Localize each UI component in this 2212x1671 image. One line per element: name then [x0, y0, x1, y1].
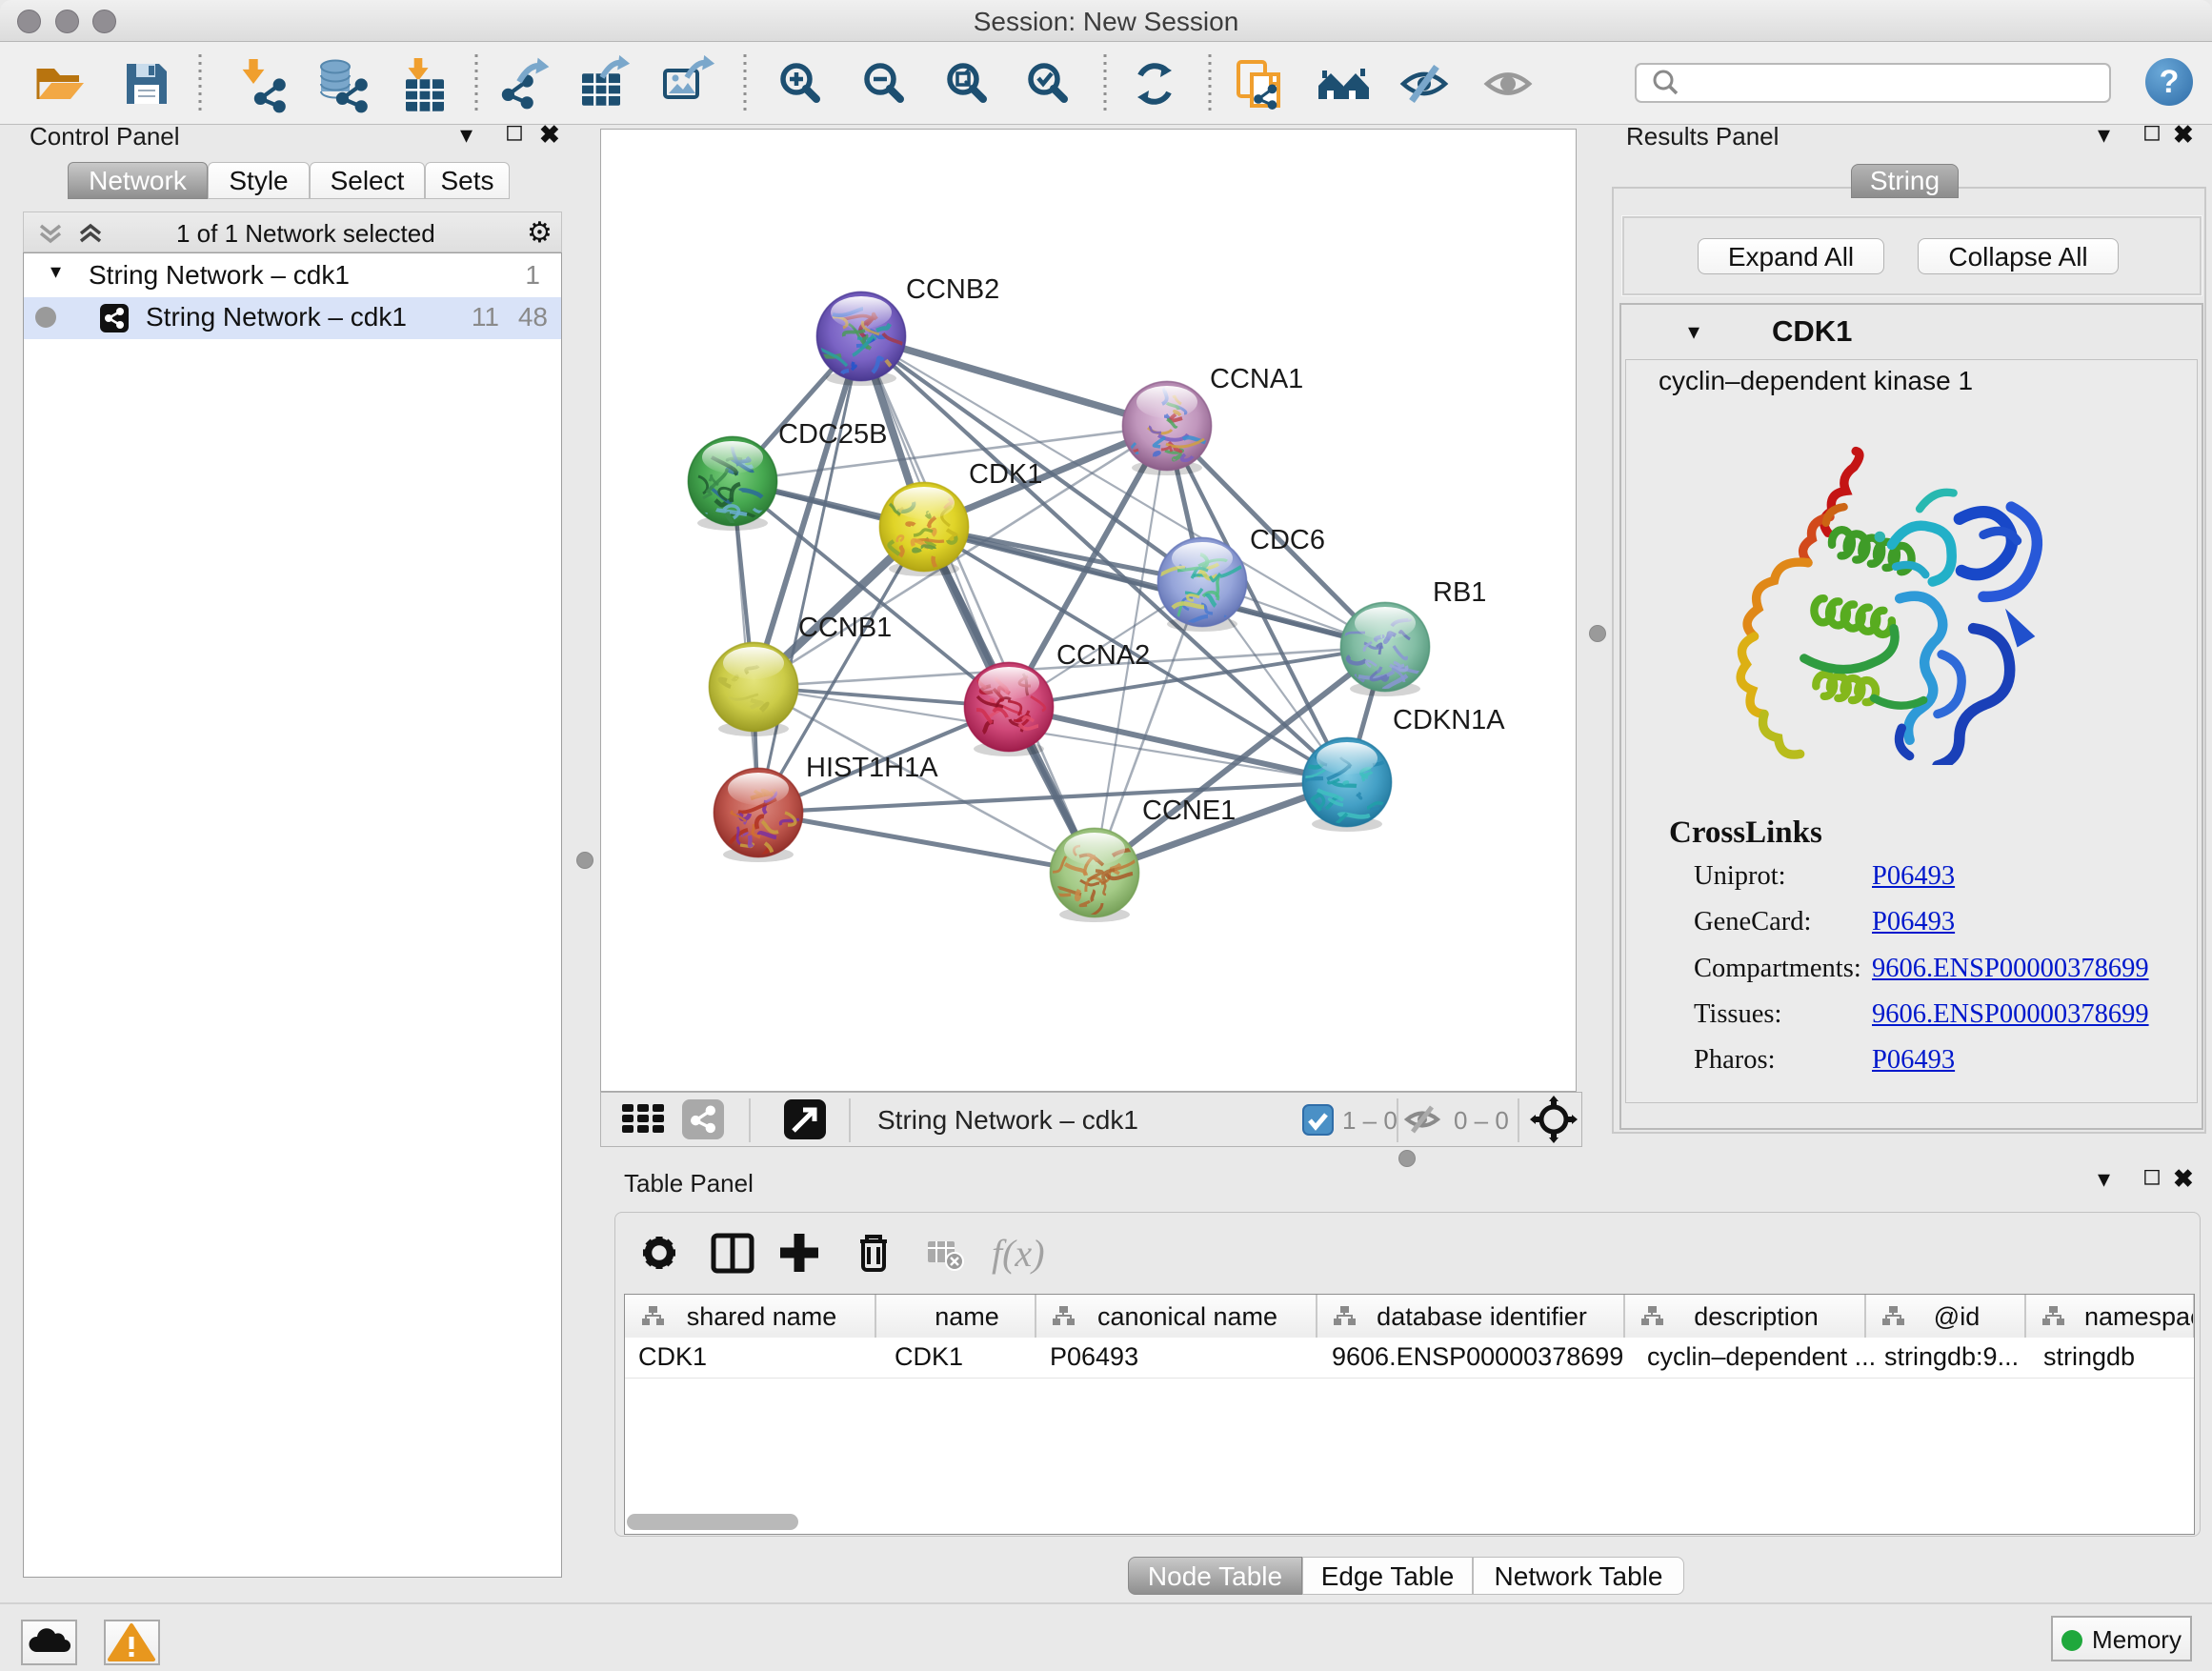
svg-text:1 – 0: 1 – 0 — [1342, 1106, 1398, 1135]
svg-text:0 – 0: 0 – 0 — [1454, 1106, 1509, 1135]
svg-text:database identifier: database identifier — [1377, 1302, 1587, 1331]
svg-text:shared name: shared name — [687, 1302, 837, 1331]
svg-text:CCNB2: CCNB2 — [906, 274, 999, 305]
svg-text:f(x): f(x) — [992, 1232, 1045, 1275]
svg-text:CCNB1: CCNB1 — [798, 613, 892, 643]
svg-text:CDK1: CDK1 — [969, 459, 1042, 490]
svg-text:namespace: namespace — [2084, 1302, 2194, 1331]
svg-text:canonical name: canonical name — [1097, 1302, 1277, 1331]
svg-text:String Network – cdk1: String Network – cdk1 — [877, 1105, 1138, 1135]
svg-text:CDC25B: CDC25B — [778, 419, 887, 450]
svg-text:name: name — [935, 1302, 999, 1331]
svg-text:CCNE1: CCNE1 — [1142, 795, 1236, 826]
svg-text:description: description — [1694, 1302, 1819, 1331]
svg-text:@id: @id — [1934, 1302, 1980, 1331]
svg-text:CCNA2: CCNA2 — [1056, 640, 1150, 671]
svg-text:CCNA1: CCNA1 — [1210, 364, 1303, 394]
svg-text:CDKN1A: CDKN1A — [1393, 705, 1505, 735]
svg-text:RB1: RB1 — [1433, 577, 1486, 608]
svg-text:HIST1H1A: HIST1H1A — [806, 753, 938, 783]
svg-text:CDC6: CDC6 — [1250, 525, 1325, 555]
